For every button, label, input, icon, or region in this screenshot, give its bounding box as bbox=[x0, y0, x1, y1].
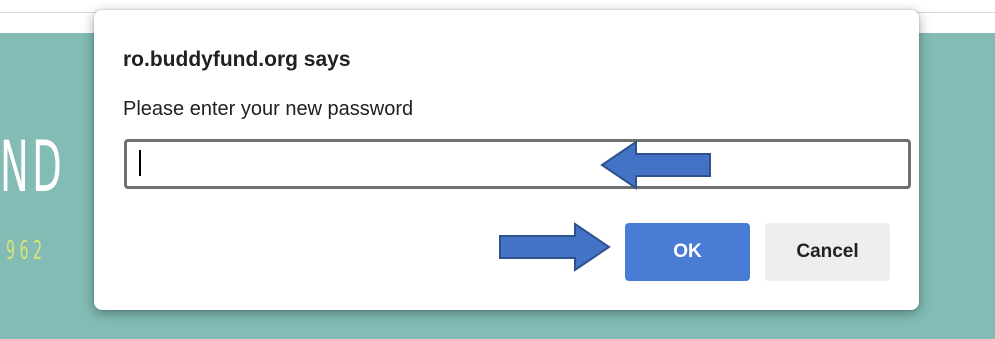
dialog-origin-title: ro.buddyfund.org says bbox=[123, 48, 351, 71]
annotation-arrow-right-icon bbox=[499, 222, 611, 272]
site-logo-year: 962 bbox=[6, 236, 47, 266]
dialog-message: Please enter your new password bbox=[123, 98, 414, 120]
cancel-button[interactable]: Cancel bbox=[765, 223, 890, 281]
password-input[interactable] bbox=[124, 139, 911, 189]
site-logo-text: ND bbox=[0, 126, 66, 208]
annotation-arrow-left-icon bbox=[600, 140, 711, 190]
browser-viewport: ND 962 ro.buddyfund.org says Please ente… bbox=[0, 0, 995, 339]
text-caret bbox=[139, 150, 141, 176]
ok-button[interactable]: OK bbox=[625, 223, 750, 281]
